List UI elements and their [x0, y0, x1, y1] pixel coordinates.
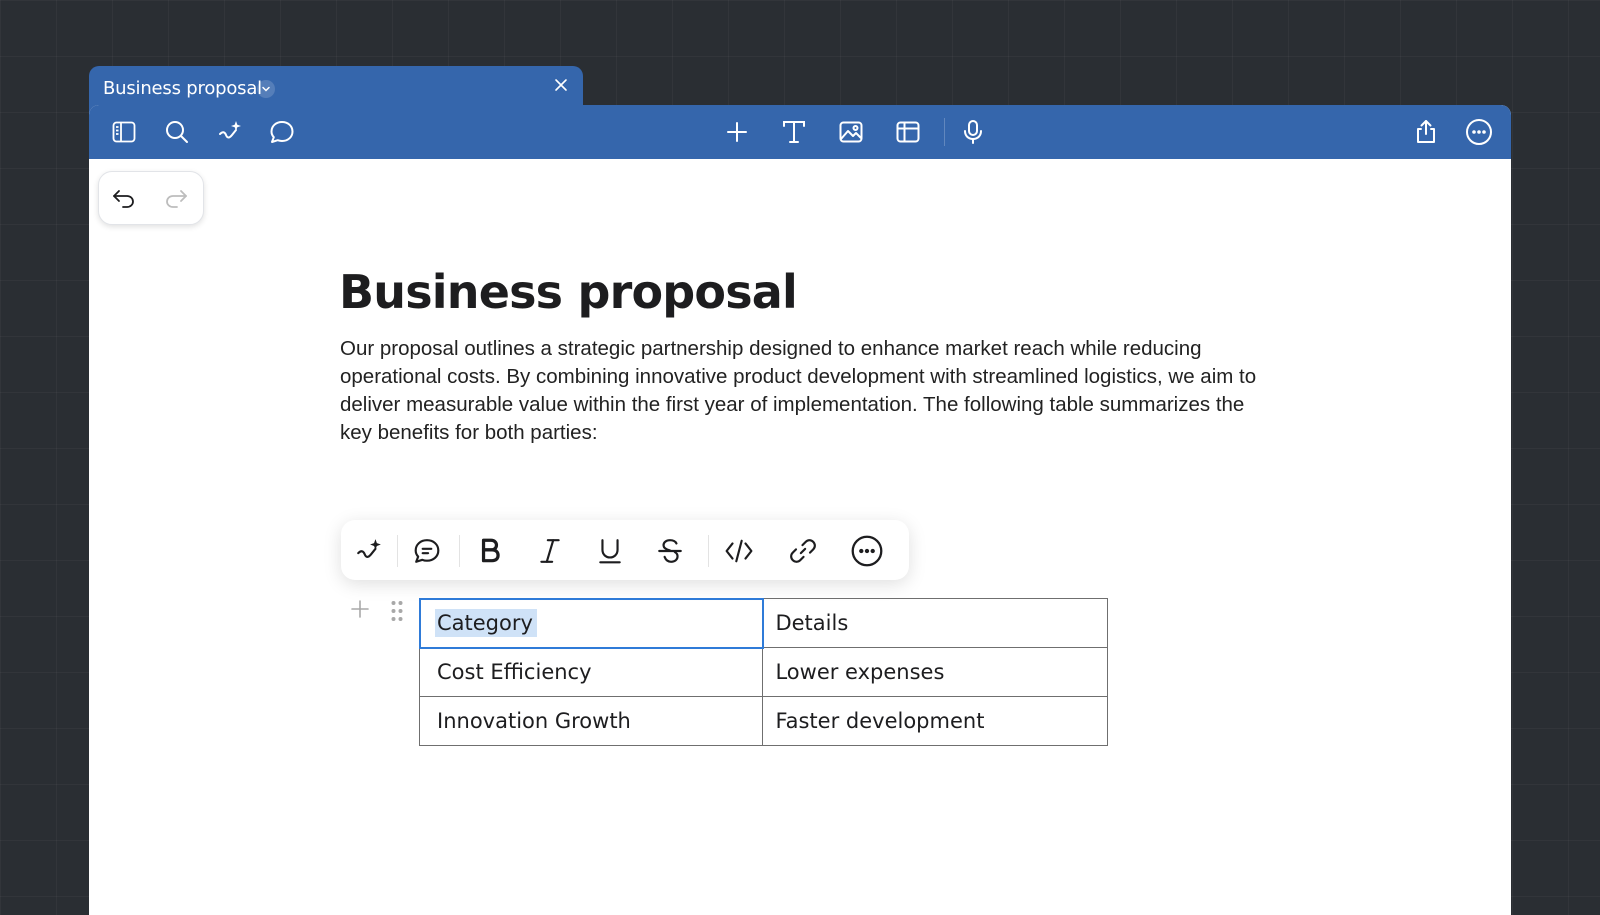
comment-icon[interactable]: [411, 535, 443, 567]
add-row-icon[interactable]: [351, 600, 369, 618]
code-icon[interactable]: [723, 535, 755, 567]
table-row: Category Details: [418, 597, 1108, 649]
underline-icon[interactable]: [594, 535, 626, 567]
document-title[interactable]: Business proposal: [339, 265, 798, 319]
table-cell[interactable]: Details: [762, 598, 1108, 648]
redo-icon[interactable]: [162, 184, 190, 212]
close-icon[interactable]: [553, 77, 569, 93]
ai-sparkle-icon[interactable]: [353, 535, 385, 567]
format-divider: [459, 535, 460, 567]
table-cell[interactable]: Innovation Growth: [418, 696, 764, 746]
toolbar-divider: [944, 118, 945, 146]
sidebar-icon[interactable]: [109, 117, 139, 147]
link-icon[interactable]: [787, 535, 819, 567]
table-cell[interactable]: Lower expenses: [762, 647, 1108, 697]
table-cell-text: Category: [435, 609, 537, 637]
more-icon[interactable]: [1464, 117, 1494, 147]
table-cell[interactable]: Cost Efficiency: [418, 647, 764, 697]
undo-icon[interactable]: [110, 184, 138, 212]
comment-icon[interactable]: [267, 117, 297, 147]
text-icon[interactable]: [779, 117, 809, 147]
plus-icon[interactable]: [722, 117, 752, 147]
strikethrough-icon[interactable]: [654, 535, 686, 567]
benefits-table: Category Details Cost Efficiency Lower e…: [418, 597, 1108, 746]
tab-title: Business proposal: [103, 78, 262, 99]
share-icon[interactable]: [1411, 117, 1441, 147]
table-cell[interactable]: Faster development: [762, 696, 1108, 746]
image-icon[interactable]: [836, 117, 866, 147]
format-toolbar: [341, 520, 909, 580]
drag-handle-icon[interactable]: [390, 600, 404, 622]
italic-icon[interactable]: [534, 535, 566, 567]
document-window: Business proposal Our proposal outlines …: [89, 105, 1511, 915]
document-paragraph[interactable]: Our proposal outlines a strategic partne…: [340, 335, 1265, 447]
table-row: Innovation Growth Faster development: [418, 696, 1108, 746]
table-cell[interactable]: Category: [418, 597, 764, 649]
ai-sparkle-icon[interactable]: [215, 117, 245, 147]
table-row: Cost Efficiency Lower expenses: [418, 647, 1108, 697]
search-icon[interactable]: [162, 117, 192, 147]
format-divider: [397, 535, 398, 567]
bold-icon[interactable]: [474, 535, 506, 567]
more-icon[interactable]: [851, 535, 883, 567]
undo-redo-controls: [98, 171, 204, 225]
main-toolbar: [89, 105, 1511, 159]
table-icon[interactable]: [893, 117, 923, 147]
chevron-down-icon[interactable]: [257, 80, 275, 98]
format-divider: [708, 535, 709, 567]
microphone-icon[interactable]: [958, 117, 988, 147]
